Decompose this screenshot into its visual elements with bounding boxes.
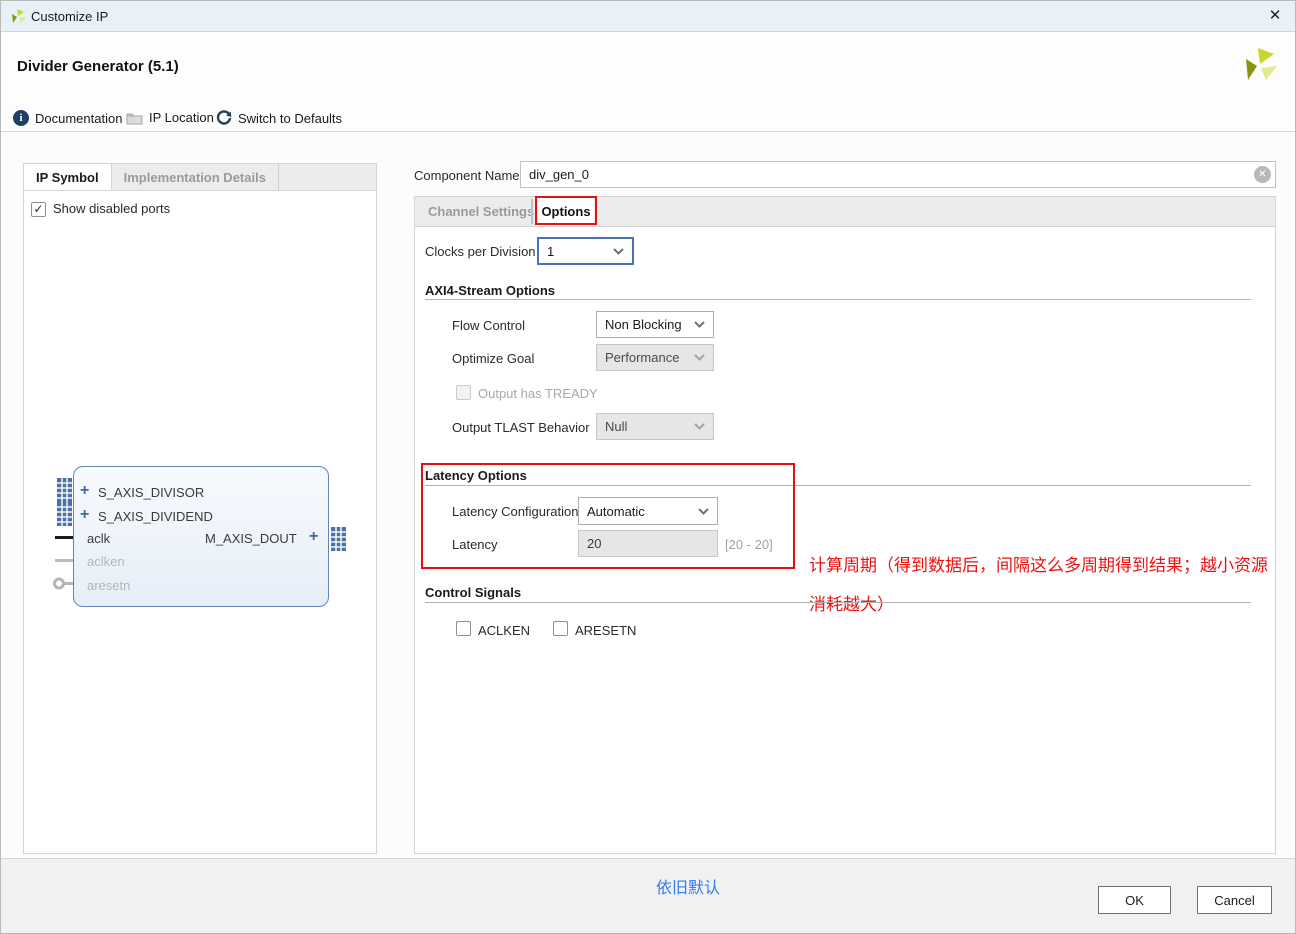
aclken-checkbox[interactable] bbox=[456, 621, 471, 636]
port-aclk: aclk bbox=[87, 531, 110, 546]
clocks-per-division-label: Clocks per Division bbox=[425, 244, 536, 259]
chevron-down-icon bbox=[694, 423, 705, 430]
clock-wire-icon bbox=[55, 536, 73, 539]
footer-annotation-note: 依旧默认 bbox=[656, 874, 720, 898]
aresetn-checkbox[interactable] bbox=[553, 621, 568, 636]
xilinx-logo bbox=[1241, 46, 1279, 84]
ok-button[interactable]: OK bbox=[1098, 886, 1171, 914]
port-s-axis-dividend: S_AXIS_DIVIDEND bbox=[98, 509, 213, 524]
ip-location-button[interactable]: IP Location bbox=[126, 110, 214, 125]
bus-connector-icon bbox=[329, 527, 346, 551]
section-divider bbox=[425, 299, 1251, 300]
flow-control-select[interactable]: Non Blocking bbox=[596, 311, 714, 338]
show-disabled-ports-label: Show disabled ports bbox=[53, 201, 170, 216]
output-tlast-behavior-select: Null bbox=[596, 413, 714, 440]
latency-label: Latency bbox=[452, 537, 498, 552]
axi4-section-title: AXI4-Stream Options bbox=[425, 283, 555, 298]
aresetn-label: ARESETN bbox=[575, 623, 636, 638]
switch-to-defaults-label: Switch to Defaults bbox=[238, 111, 342, 126]
show-disabled-ports-checkbox[interactable]: ✓ bbox=[31, 200, 46, 218]
output-tlast-behavior-label: Output TLAST Behavior bbox=[452, 420, 590, 435]
optimize-goal-label: Optimize Goal bbox=[452, 351, 534, 366]
output-has-tready-label: Output has TREADY bbox=[478, 386, 598, 401]
customize-ip-dialog: Customize IP ✕ Divider Generator (5.1) i… bbox=[0, 0, 1296, 934]
window-title: Customize IP bbox=[31, 9, 108, 24]
folder-icon bbox=[126, 111, 143, 125]
optimize-goal-value: Performance bbox=[605, 350, 694, 365]
latency-section-title: Latency Options bbox=[425, 468, 527, 483]
ip-location-label: IP Location bbox=[149, 110, 214, 125]
chevron-down-icon bbox=[613, 248, 624, 255]
bus-connector-icon bbox=[57, 502, 74, 526]
reset-connector-icon bbox=[52, 576, 73, 591]
tab-separator bbox=[531, 199, 533, 224]
component-name-label: Component Name bbox=[414, 168, 520, 183]
checkbox-checked-icon: ✓ bbox=[31, 202, 46, 217]
close-icon[interactable]: ✕ bbox=[1265, 6, 1285, 24]
chevron-down-icon bbox=[694, 321, 705, 328]
switch-to-defaults-button[interactable]: Switch to Defaults bbox=[216, 110, 342, 126]
optimize-goal-select: Performance bbox=[596, 344, 714, 371]
expand-port-icon[interactable]: + bbox=[80, 484, 89, 498]
clear-icon[interactable]: ✕ bbox=[1254, 166, 1271, 183]
latency-annotation-note: 计算周期（得到数据后，间隔这么多周期得到结果；越小资源消耗越大） bbox=[809, 546, 1271, 624]
output-tlast-behavior-value: Null bbox=[605, 419, 694, 434]
info-icon: i bbox=[13, 110, 29, 126]
aclken-label: ACLKEN bbox=[478, 623, 530, 638]
port-s-axis-divisor: S_AXIS_DIVISOR bbox=[98, 485, 204, 500]
port-aclken: aclken bbox=[87, 554, 125, 569]
latency-configuration-label: Latency Configuration bbox=[452, 504, 578, 519]
tab-options[interactable]: Options bbox=[538, 197, 594, 226]
left-panel-tabbar: IP Symbol Implementation Details bbox=[23, 163, 377, 191]
clocks-per-division-value: 1 bbox=[547, 244, 613, 259]
xilinx-logo-icon bbox=[10, 8, 27, 25]
cancel-button[interactable]: Cancel bbox=[1197, 886, 1272, 914]
port-aresetn: aresetn bbox=[87, 578, 130, 593]
dialog-header: Divider Generator (5.1) i Documentation … bbox=[1, 32, 1296, 132]
page-title: Divider Generator (5.1) bbox=[17, 58, 179, 75]
expand-port-icon[interactable]: + bbox=[80, 508, 89, 522]
clocks-per-division-select[interactable]: 1 bbox=[537, 237, 634, 265]
latency-configuration-select[interactable]: Automatic bbox=[578, 497, 718, 525]
flow-control-value: Non Blocking bbox=[605, 317, 694, 332]
tab-implementation-details[interactable]: Implementation Details bbox=[112, 164, 279, 191]
chevron-down-icon bbox=[698, 508, 709, 515]
chevron-down-icon bbox=[694, 354, 705, 361]
bus-connector-icon bbox=[57, 478, 74, 502]
expand-port-icon[interactable]: + bbox=[309, 530, 318, 544]
refresh-icon bbox=[216, 110, 232, 126]
title-bar: Customize IP ✕ bbox=[1, 1, 1296, 32]
tab-ip-symbol[interactable]: IP Symbol bbox=[24, 164, 112, 191]
component-name-input[interactable] bbox=[520, 161, 1276, 188]
options-tab-content bbox=[414, 226, 1276, 854]
output-has-tready-checkbox bbox=[456, 385, 471, 400]
section-divider bbox=[425, 602, 1251, 603]
section-divider bbox=[425, 485, 1251, 486]
flow-control-label: Flow Control bbox=[452, 318, 525, 333]
latency-input bbox=[578, 530, 718, 557]
disabled-wire-icon bbox=[55, 559, 73, 562]
tab-channel-settings[interactable]: Channel Settings bbox=[428, 204, 534, 219]
control-signals-title: Control Signals bbox=[425, 585, 521, 600]
latency-configuration-value: Automatic bbox=[587, 504, 698, 519]
latency-range-hint: [20 - 20] bbox=[725, 537, 773, 552]
documentation-button[interactable]: i Documentation bbox=[13, 110, 122, 126]
port-m-axis-dout: M_AXIS_DOUT bbox=[205, 531, 297, 546]
documentation-label: Documentation bbox=[35, 111, 122, 126]
